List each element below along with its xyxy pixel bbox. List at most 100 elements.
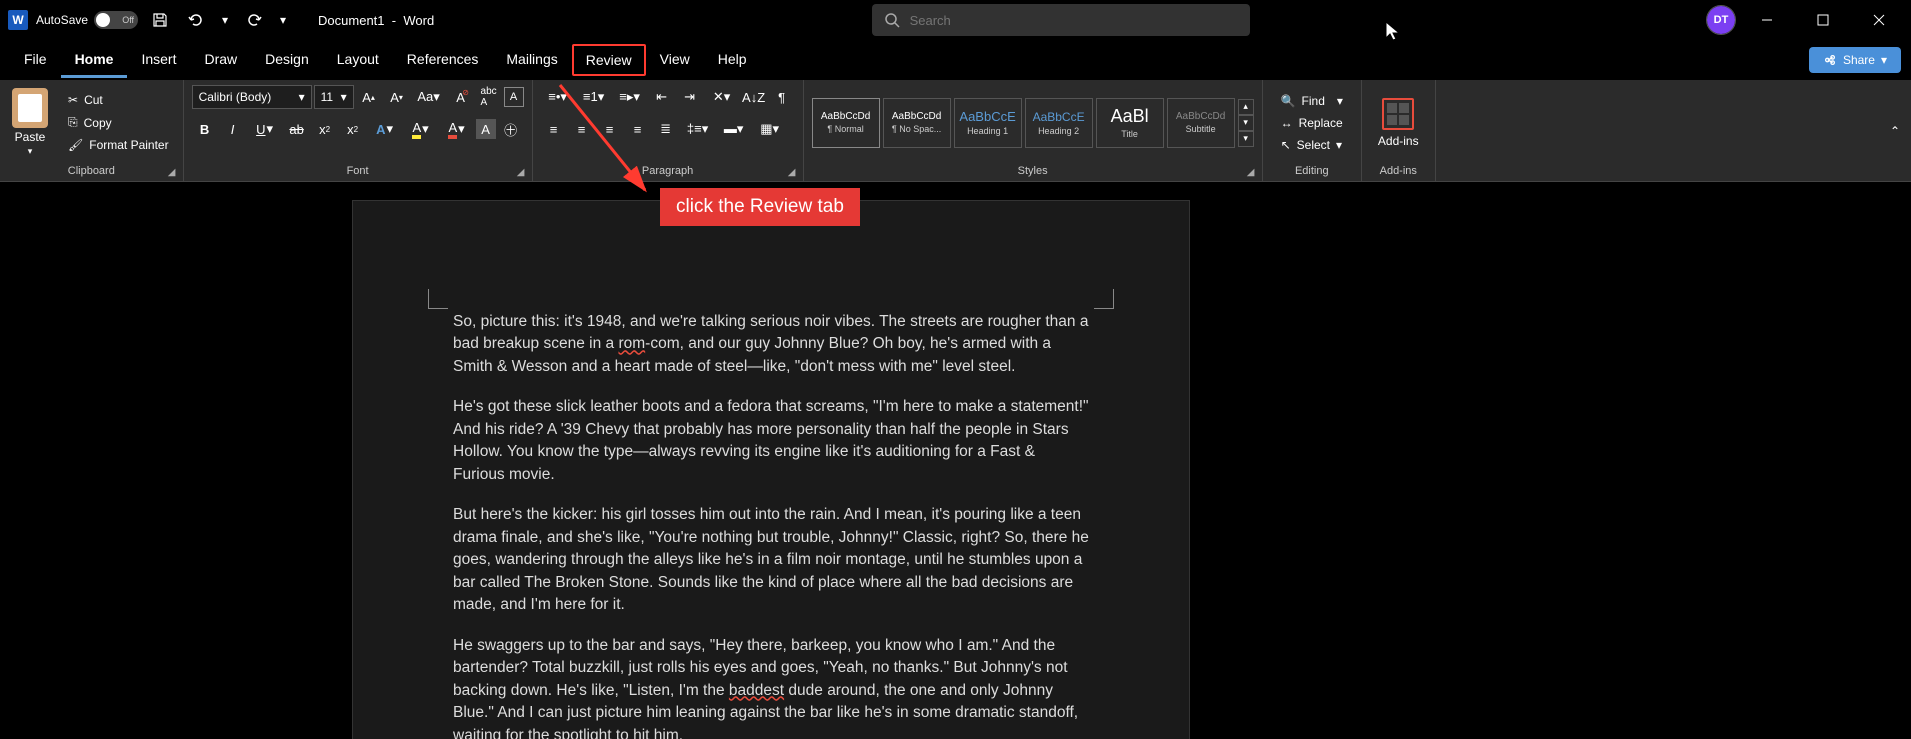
text-effects-button[interactable]: A▾: [368, 116, 402, 142]
asian-layout-button[interactable]: ✕▾: [705, 84, 739, 110]
cut-button[interactable]: ✂Cut: [62, 90, 175, 110]
style-normal[interactable]: AaBbCcDd¶ Normal: [812, 98, 880, 148]
spelling-error[interactable]: rom: [618, 335, 645, 352]
shrink-font-button[interactable]: A▾: [384, 84, 410, 110]
clipboard-launcher[interactable]: ◢: [165, 165, 179, 179]
document-page[interactable]: So, picture this: it's 1948, and we're t…: [352, 200, 1190, 739]
chevron-down-icon[interactable]: ▾: [28, 146, 33, 157]
multilevel-list-button[interactable]: ≡▸▾: [613, 84, 647, 110]
show-paragraph-marks-button[interactable]: ¶: [769, 84, 795, 110]
share-button[interactable]: Share ▾: [1809, 47, 1901, 73]
decrease-indent-button[interactable]: ⇤: [649, 84, 675, 110]
numbering-button[interactable]: ≡1▾: [577, 84, 611, 110]
tab-mailings[interactable]: Mailings: [492, 43, 571, 78]
character-shading-button[interactable]: A: [476, 119, 496, 139]
style-title[interactable]: AaBlTitle: [1096, 98, 1164, 148]
font-name-combo[interactable]: Calibri (Body)▾: [192, 85, 312, 109]
close-button[interactable]: [1855, 0, 1903, 40]
highlight-button[interactable]: A▾: [404, 116, 438, 142]
tab-home[interactable]: Home: [61, 43, 128, 78]
autosave-switch[interactable]: Off: [94, 11, 138, 29]
sort-button[interactable]: A↓Z: [741, 84, 767, 110]
search-box[interactable]: [872, 4, 1250, 36]
justify-button[interactable]: ≡: [625, 116, 651, 142]
align-right-button[interactable]: ≡: [597, 116, 623, 142]
document-canvas[interactable]: So, picture this: it's 1948, and we're t…: [0, 182, 1911, 739]
styles-expand[interactable]: ▾: [1238, 131, 1254, 147]
tab-layout[interactable]: Layout: [323, 43, 393, 78]
borders-button[interactable]: ▦▾: [753, 116, 787, 142]
increase-indent-button[interactable]: ⇥: [677, 84, 703, 110]
format-painter-button[interactable]: 🖌Format Painter: [62, 135, 175, 155]
styles-launcher[interactable]: ◢: [1244, 165, 1258, 179]
font-size-combo[interactable]: 11▾: [314, 85, 354, 109]
cursor-icon: ↖: [1281, 138, 1291, 152]
copy-icon: ⎘: [68, 115, 78, 130]
change-case-button[interactable]: Aa▾: [412, 84, 446, 110]
replace-icon: ↔: [1281, 116, 1293, 130]
superscript-button[interactable]: x2: [340, 116, 366, 142]
tab-insert[interactable]: Insert: [127, 43, 190, 78]
document-body[interactable]: So, picture this: it's 1948, and we're t…: [353, 201, 1189, 739]
addins-button[interactable]: Add-ins: [1370, 90, 1427, 156]
distributed-button[interactable]: ≣: [653, 116, 679, 142]
paragraph[interactable]: He's got these slick leather boots and a…: [453, 396, 1089, 486]
font-color-button[interactable]: A▾: [440, 116, 474, 142]
style-subtitle[interactable]: AaBbCcDdSubtitle: [1167, 98, 1235, 148]
style-heading-1[interactable]: AaBbCcEHeading 1: [954, 98, 1022, 148]
tab-design[interactable]: Design: [251, 43, 323, 78]
minimize-button[interactable]: [1743, 0, 1791, 40]
font-launcher[interactable]: ◢: [514, 165, 528, 179]
paragraph-launcher[interactable]: ◢: [785, 165, 799, 179]
search-input[interactable]: [910, 13, 1238, 28]
maximize-button[interactable]: [1799, 0, 1847, 40]
phonetic-guide-button[interactable]: abcA: [476, 84, 502, 110]
document-title: Document1 - Word: [318, 13, 434, 28]
subscript-button[interactable]: x2: [312, 116, 338, 142]
tab-review[interactable]: Review: [572, 44, 646, 76]
paste-button[interactable]: Paste ▾: [8, 84, 52, 161]
align-center-button[interactable]: ≡: [569, 116, 595, 142]
save-icon[interactable]: [146, 6, 174, 34]
character-border-button[interactable]: A: [504, 87, 524, 107]
bullets-button[interactable]: ≡•▾: [541, 84, 575, 110]
styles-scroll-up[interactable]: ▴: [1238, 99, 1254, 115]
paragraph[interactable]: So, picture this: it's 1948, and we're t…: [453, 311, 1089, 378]
spelling-error[interactable]: baddest: [729, 682, 784, 699]
tab-view[interactable]: View: [646, 43, 704, 78]
collapse-ribbon-button[interactable]: ⌃: [1879, 80, 1911, 181]
paragraph[interactable]: But here's the kicker: his girl tosses h…: [453, 504, 1089, 616]
redo-button[interactable]: [240, 6, 268, 34]
copy-button[interactable]: ⎘Copy: [62, 112, 175, 133]
find-button[interactable]: 🔍Find ▾: [1275, 92, 1349, 110]
bold-button[interactable]: B: [192, 116, 218, 142]
select-button[interactable]: ↖Select ▾: [1275, 136, 1349, 154]
line-spacing-button[interactable]: ‡≡▾: [681, 116, 715, 142]
styles-gallery[interactable]: AaBbCcDd¶ Normal AaBbCcDd¶ No Spac... Aa…: [812, 98, 1254, 148]
group-label-addins: Add-ins: [1370, 161, 1427, 181]
replace-button[interactable]: ↔Replace: [1275, 114, 1349, 132]
undo-button[interactable]: [182, 6, 210, 34]
clear-formatting-button[interactable]: A⊘: [448, 84, 474, 110]
styles-scroll-down[interactable]: ▾: [1238, 115, 1254, 131]
undo-dropdown[interactable]: ▾: [218, 6, 232, 34]
paragraph[interactable]: He swaggers up to the bar and says, "Hey…: [453, 635, 1089, 739]
qat-customize-dropdown[interactable]: ▾: [276, 6, 290, 34]
tab-help[interactable]: Help: [704, 43, 761, 78]
tab-draw[interactable]: Draw: [190, 43, 251, 78]
share-icon: [1823, 53, 1837, 67]
user-avatar[interactable]: DT: [1707, 6, 1735, 34]
style-heading-2[interactable]: AaBbCcEHeading 2: [1025, 98, 1093, 148]
enclose-characters-button[interactable]: ㊉: [498, 116, 524, 142]
underline-button[interactable]: U ▾: [248, 116, 282, 142]
italic-button[interactable]: I: [220, 116, 246, 142]
shading-button[interactable]: ▬▾: [717, 116, 751, 142]
tab-references[interactable]: References: [393, 43, 493, 78]
tab-file[interactable]: File: [10, 43, 61, 78]
grow-font-button[interactable]: A▴: [356, 84, 382, 110]
group-label-styles: Styles◢: [812, 161, 1254, 181]
strikethrough-button[interactable]: ab: [284, 116, 310, 142]
autosave-toggle[interactable]: AutoSave Off: [36, 11, 138, 29]
align-left-button[interactable]: ≡: [541, 116, 567, 142]
style-no-spacing[interactable]: AaBbCcDd¶ No Spac...: [883, 98, 951, 148]
